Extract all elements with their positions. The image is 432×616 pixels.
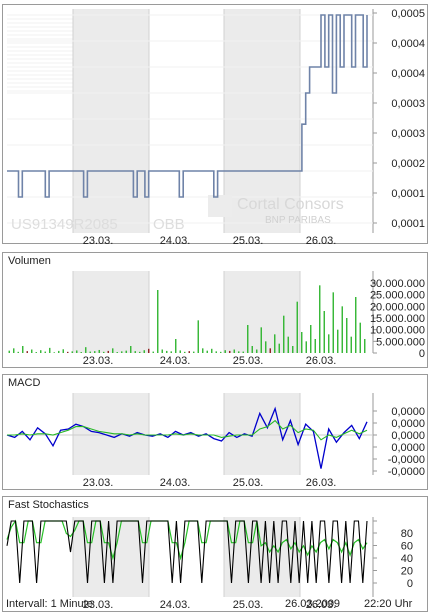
y-tick-label: 0,0000 [391, 430, 425, 442]
y-tick-label: 25.000.000 [370, 290, 425, 302]
weekend-shade [73, 271, 149, 353]
footer-date: 26.03.2009 [285, 598, 341, 610]
y-tick-label: 0 [419, 348, 425, 360]
x-tick-label: 24.03. [160, 235, 191, 245]
y-tick-label: 60 [401, 541, 413, 553]
y-tick-label: 40 [401, 553, 413, 565]
y-tick-label: 0,0000 [391, 406, 425, 418]
x-tick-label: 24.03. [160, 599, 191, 611]
y-tick-label: 0,0001 [391, 188, 425, 200]
volume-chart: 23.03. 24.03. 25.03. 26.03. 30.000.00025.000… [8, 271, 425, 367]
interval-label: Intervall: 1 Minute [6, 598, 93, 610]
exchange-watermark: OBB [153, 216, 185, 233]
x-tick-label: 23.03. [83, 355, 114, 367]
weekend-shade [224, 393, 300, 475]
y-tick-label: 0,0002 [391, 158, 425, 170]
x-tick-label: 25.03. [233, 235, 264, 245]
y-tick-label: 0,0004 [391, 38, 425, 50]
y-tick-label: 0,0000 [391, 442, 425, 454]
x-tick-label: 24.03. [160, 477, 191, 489]
y-tick-label: 0,0003 [391, 98, 425, 110]
y-tick-label: 80 [401, 528, 413, 540]
x-tick-label: 26.03. [306, 355, 337, 367]
y-tick-label: 0,0003 [391, 128, 425, 140]
y-tick-label: 0,0004 [391, 68, 425, 80]
x-tick-label: 24.03. [160, 355, 191, 367]
volume-title: Volumen [8, 255, 51, 267]
x-tick-label: 25.03. [233, 599, 264, 611]
stochastics-panel: 23.03. 24.03. 25.03. 26.03. 80 60 40 20 0 Fast S… [2, 496, 428, 612]
weekend-shade [73, 9, 149, 233]
price-panel: 23.03. 24.03. 25.03. 26.03. 0,0005 0,0004 0,00… [2, 4, 428, 245]
y-tick-label: 20.000.000 [370, 301, 425, 313]
x-tick-label: 23.03. [83, 477, 114, 489]
y-tick-label: 0 [407, 578, 413, 590]
x-tick-label: 23.03. [83, 235, 114, 245]
macd-series-line [6, 406, 368, 469]
macd-panel: 23.03. 24.03. 25.03. 26.03. 0,0000 0,0000 0,00… [2, 374, 428, 490]
watermark-subtext: BNP PARIBAS [265, 215, 331, 226]
y-tick-label: 30.000.000 [370, 278, 425, 290]
watermark-logo [208, 195, 232, 217]
y-tick-label: 15.000.000 [370, 313, 425, 325]
y-tick-label: 5.000.000 [376, 336, 425, 348]
macd-chart: 23.03. 24.03. 25.03. 26.03.0,00000,00000,00… [6, 393, 425, 489]
volume-panel: 23.03. 24.03. 25.03. 26.03. 30.000.000 25.000… [2, 252, 428, 368]
footer-time: 22:20 Uhr [364, 598, 413, 610]
price-series-line [7, 14, 368, 198]
x-tick-label: 25.03. [233, 355, 264, 367]
y-tick-label: 0,0005 [391, 8, 425, 20]
stochastics-chart: 23.03. 24.03. 25.03. 26.03.806040200 [6, 517, 413, 611]
stochastics-title: Fast Stochastics [8, 499, 89, 511]
price-chart: 23.03. 24.03. 25.03. 26.03. 0,0005 0,0004 0,00… [7, 8, 425, 245]
y-tick-label: 10.000.000 [370, 325, 425, 337]
x-tick-label: 26.03. [306, 477, 337, 489]
y-tick-label: 0,0001 [391, 218, 425, 230]
y-tick-label: -0,0000 [388, 454, 425, 466]
isin-watermark: US91349R2085 [11, 216, 118, 233]
x-tick-label: 26.03. [306, 235, 337, 245]
x-tick-label: 25.03. [233, 477, 264, 489]
y-tick-label: -0,0000 [388, 466, 425, 478]
watermark-text: Cortal Consors [237, 196, 344, 213]
macd-title: MACD [8, 377, 41, 389]
y-tick-label: 0,0000 [391, 418, 425, 430]
y-tick-label: 20 [401, 566, 413, 578]
